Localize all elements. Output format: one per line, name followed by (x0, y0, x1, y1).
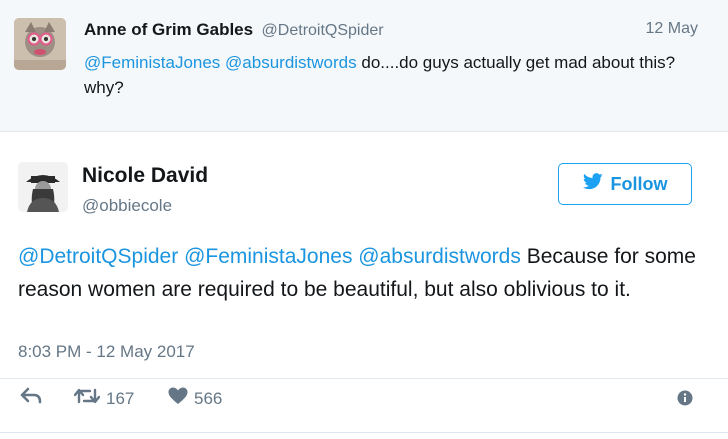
mention-link[interactable]: @FeministaJones (184, 245, 352, 268)
like-button[interactable]: 566 (168, 387, 222, 410)
parent-tweet-header: Anne of Grim Gables @DetroitQSpider 12 M… (84, 20, 698, 44)
heart-icon (168, 387, 188, 410)
mention-link[interactable]: @absurdistwords (225, 53, 357, 72)
reply-button[interactable] (20, 387, 42, 410)
author-name[interactable]: Nicole David (82, 164, 208, 188)
info-icon[interactable] (677, 390, 693, 411)
parent-author-name[interactable]: Anne of Grim Gables (84, 20, 253, 39)
author-handle[interactable]: @obbiecole (82, 196, 172, 216)
tweet-timestamp[interactable]: 8:03 PM - 12 May 2017 (18, 342, 195, 362)
reply-icon (20, 387, 42, 410)
twitter-bird-icon (582, 173, 603, 195)
retweet-button[interactable]: 167 (73, 387, 135, 410)
retweet-count: 167 (106, 388, 135, 408)
avatar[interactable] (18, 162, 68, 212)
follow-button[interactable]: Follow (558, 163, 692, 205)
mention-link[interactable]: @absurdistwords (358, 245, 521, 268)
retweet-icon (73, 387, 101, 410)
parent-tweet-date[interactable]: 12 May (646, 20, 698, 38)
parent-tweet-text: @FeministaJones @absurdistwords do....do… (84, 50, 684, 100)
parent-tweet[interactable]: Anne of Grim Gables @DetroitQSpider 12 M… (0, 0, 728, 132)
divider (0, 432, 728, 433)
tweet-text: @DetroitQSpider @FeministaJones @absurdi… (18, 240, 708, 306)
avatar[interactable] (14, 18, 66, 70)
parent-author-handle[interactable]: @DetroitQSpider (262, 22, 384, 39)
mention-link[interactable]: @FeministaJones (84, 53, 220, 72)
mention-link[interactable]: @DetroitQSpider (18, 245, 178, 268)
follow-button-label: Follow (610, 173, 668, 194)
like-count: 566 (194, 388, 223, 408)
tweet-actions: 167 566 (0, 378, 728, 419)
